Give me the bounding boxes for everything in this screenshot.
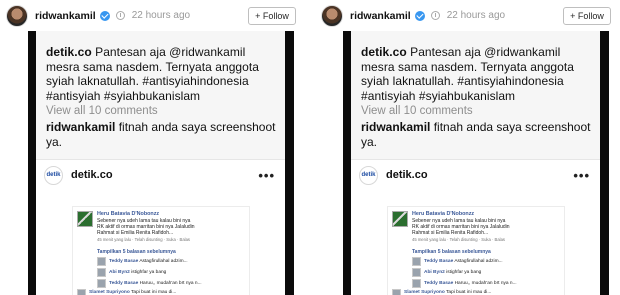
- instagram-post-panel-right: ridwankamil 22 hours ago + Follow detik.…: [321, 0, 614, 295]
- reply-avatar: [412, 257, 421, 266]
- verified-badge-icon: [99, 10, 110, 21]
- facebook-comment-screenshot: Heru Batavia D'Nobonzz Sebener nya udeh …: [387, 206, 565, 295]
- fb-comment-meta: 45 menit yang lalu · Telah disunting · S…: [412, 237, 506, 242]
- embedded-avatar: detik: [359, 165, 378, 185]
- reply-avatar: [97, 268, 106, 277]
- fb-reply-text: Haruu,, mudah'an brt nya n...: [454, 281, 517, 286]
- reply-username: ridwankamil: [361, 120, 431, 134]
- fb-reply-text: istighfar ya bang: [131, 270, 167, 275]
- reply-username: ridwankamil: [46, 120, 116, 134]
- fb-reply-text: Astagfirullahal adzim...: [454, 259, 503, 264]
- fb-comment-line: Rahmat si Emilia Renita Rafidoh...: [412, 230, 489, 236]
- embedded-post-header: detik detik.co: [36, 160, 285, 190]
- reply-avatar: [412, 268, 421, 277]
- fb-reply-name: Slamet Supriyono: [89, 290, 130, 295]
- embedded-username: detik.co: [71, 169, 113, 181]
- fb-reply-name: Teddy Basae: [109, 281, 139, 286]
- post-timestamp: 22 hours ago: [131, 10, 191, 21]
- post-timestamp: 22 hours ago: [446, 10, 506, 21]
- post-caption: detik.co Pantesan aja @ridwankamil mesra…: [351, 31, 600, 103]
- fb-reply: Teddy Basae Haruu,, mudah'an brt nya n..…: [424, 281, 517, 286]
- fb-reply-name: Abi Byn2: [424, 270, 445, 275]
- fb-reply: Teddy Basae Astagfirullahal adzim...: [109, 259, 188, 264]
- fb-more-replies-link[interactable]: Tampilkan 5 balasan sebelumnya: [412, 249, 491, 255]
- fb-reply-text: istighfar ya bang: [446, 270, 482, 275]
- comment-reply: ridwankamil fitnah anda saya screenshoot…: [36, 117, 285, 149]
- fb-comment-meta: 45 menit yang lalu · Telah disunting · S…: [97, 237, 191, 242]
- embedded-avatar: detik: [44, 165, 63, 185]
- comment-reply: ridwankamil fitnah anda saya screenshoot…: [351, 117, 600, 149]
- embedded-post: detik detik.co ••• Heru Batavia D'Nobonz…: [36, 159, 285, 295]
- user-avatar[interactable]: [321, 4, 343, 27]
- fb-comment-line: Rahmat si Emilia Renita Rafidoh...: [97, 230, 174, 236]
- fb-reply-text: Haruu,, mudah'an brt nya n...: [139, 281, 202, 286]
- post-username[interactable]: ridwankamil: [35, 10, 96, 22]
- view-all-comments-link[interactable]: View all 10 comments: [36, 104, 285, 117]
- more-options-icon[interactable]: •••: [258, 168, 275, 183]
- fb-reply-text: Astagfirullahal adzim...: [139, 259, 188, 264]
- fb-reply: Teddy Basae Haruu,, mudah'an brt nya n..…: [109, 281, 202, 286]
- embedded-post: detik detik.co ••• Heru Batavia D'Nobonz…: [351, 159, 600, 295]
- post-username[interactable]: ridwankamil: [350, 10, 411, 22]
- more-options-icon[interactable]: •••: [573, 168, 590, 183]
- clock-icon: [115, 11, 125, 20]
- user-avatar[interactable]: [6, 4, 28, 27]
- reply-avatar: [97, 279, 106, 288]
- fb-reply: Abi Byn2 istighfar ya bang: [109, 270, 166, 275]
- fb-more-replies-link[interactable]: Tampilkan 5 balasan sebelumnya: [97, 249, 176, 255]
- phone-screenshot: detik.co Pantesan aja @ridwankamil mesra…: [28, 31, 294, 295]
- reply-avatar: [97, 257, 106, 266]
- reply-avatar: [392, 289, 401, 295]
- reply-avatar: [412, 279, 421, 288]
- fb-reply: Teddy Basae Astagfirullahal adzim...: [424, 259, 503, 264]
- caption-username: detik.co: [46, 45, 92, 59]
- fb-reply-name: Teddy Basae: [424, 281, 454, 286]
- reply-avatar: [77, 289, 86, 295]
- fb-reply-name: Teddy Basae: [424, 259, 454, 264]
- facebook-comment-screenshot: Heru Batavia D'Nobonzz Sebener nya udeh …: [72, 206, 250, 295]
- fb-reply: Abi Byn2 istighfar ya bang: [424, 270, 481, 275]
- commenter-avatar: [392, 211, 408, 227]
- embedded-username: detik.co: [386, 169, 428, 181]
- view-all-comments-link[interactable]: View all 10 comments: [351, 104, 600, 117]
- fb-reply-name: Teddy Basae: [109, 259, 139, 264]
- instagram-post-panel-left: ridwankamil 22 hours ago + Follow detik.…: [6, 0, 299, 295]
- phone-screen-content: detik.co Pantesan aja @ridwankamil mesra…: [36, 31, 285, 295]
- phone-screenshot: detik.co Pantesan aja @ridwankamil mesra…: [343, 31, 609, 295]
- fb-commenter-name: Heru Batavia D'Nobonzz: [412, 211, 475, 217]
- caption-username: detik.co: [361, 45, 407, 59]
- phone-screen-content: detik.co Pantesan aja @ridwankamil mesra…: [351, 31, 600, 295]
- fb-reply: Slamet Supriyono Tapi buat ini mau di...: [89, 290, 176, 295]
- fb-reply-text: Tapi buat ini mau di...: [131, 290, 177, 295]
- post-caption: detik.co Pantesan aja @ridwankamil mesra…: [36, 31, 285, 103]
- fb-commenter-name: Heru Batavia D'Nobonzz: [97, 211, 160, 217]
- follow-button[interactable]: + Follow: [563, 7, 611, 25]
- screenshot-stage: ridwankamil 22 hours ago + Follow detik.…: [0, 0, 620, 295]
- clock-icon: [430, 11, 440, 20]
- fb-reply-name: Slamet Supriyono: [404, 290, 445, 295]
- follow-button[interactable]: + Follow: [248, 7, 296, 25]
- fb-reply-name: Abi Byn2: [109, 270, 130, 275]
- commenter-avatar: [77, 211, 93, 227]
- verified-badge-icon: [414, 10, 425, 21]
- embedded-post-header: detik detik.co: [351, 160, 600, 190]
- fb-reply-text: Tapi buat ini mau di...: [446, 290, 492, 295]
- fb-reply: Slamet Supriyono Tapi buat ini mau di...: [404, 290, 491, 295]
